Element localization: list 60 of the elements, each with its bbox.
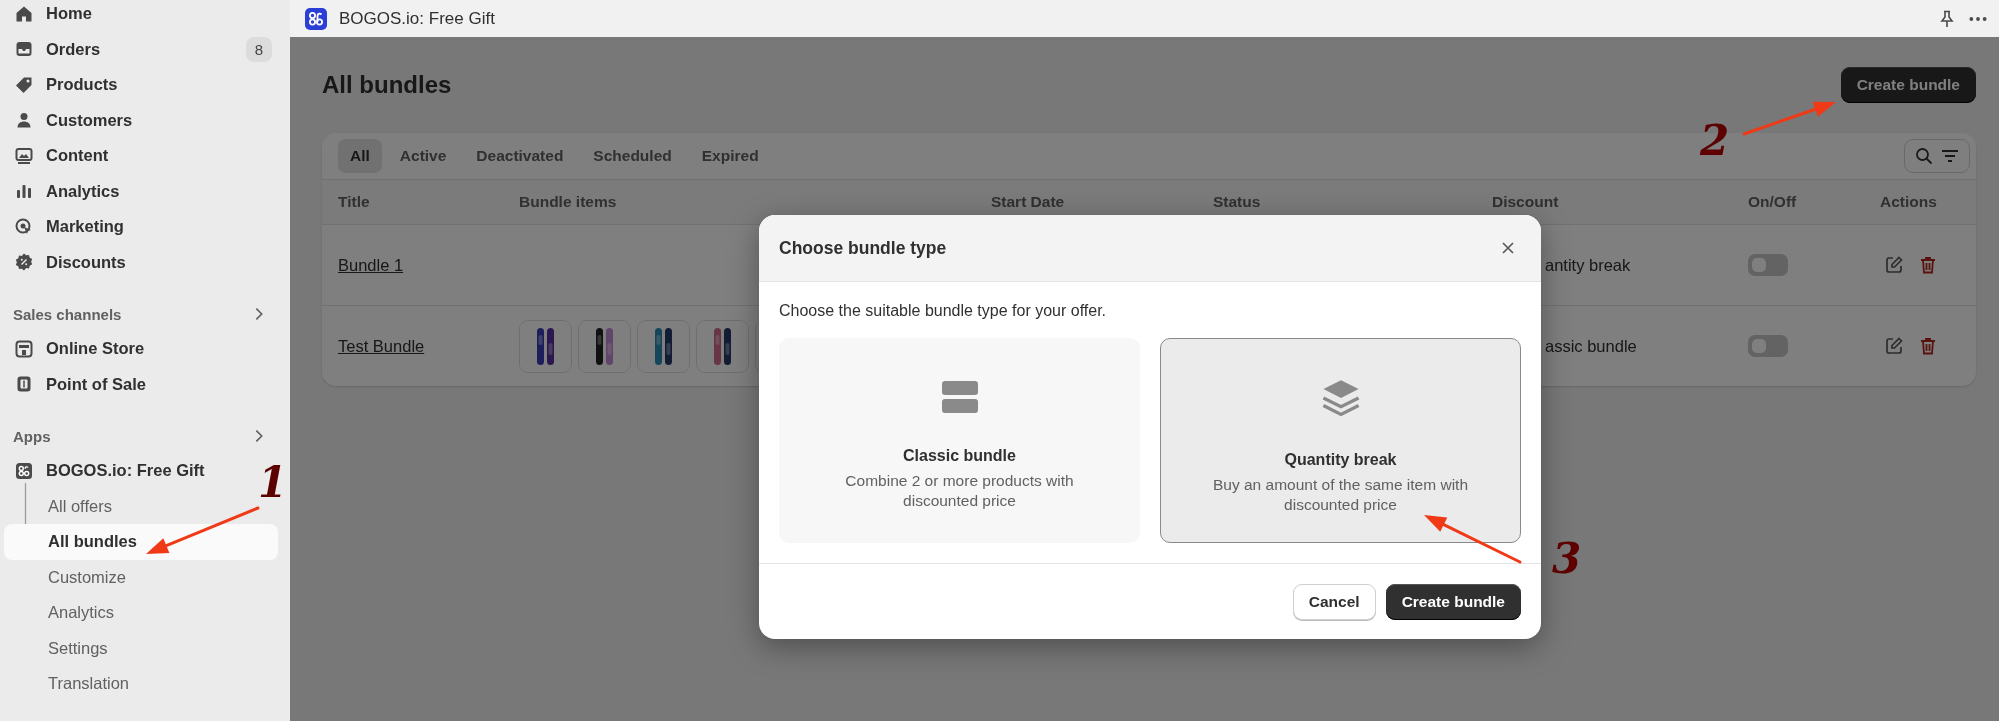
- search-icon: [1914, 146, 1934, 166]
- more-icon[interactable]: [1969, 16, 1987, 21]
- table-cell-text: assic bundle: [1544, 336, 1637, 356]
- bundle-type-card[interactable]: Classic bundle Combine 2 or more products with discounted price: [779, 338, 1140, 543]
- annotation-number: 1: [258, 462, 288, 504]
- cancel-button[interactable]: Cancel: [1292, 583, 1376, 620]
- nav-item[interactable]: Discounts: [4, 244, 278, 280]
- nav-subitem[interactable]: Customize: [4, 559, 278, 595]
- table-cell-text: antity break: [1544, 255, 1631, 275]
- monitor-icon: [14, 145, 34, 166]
- dialog-title: Choose bundle type: [779, 237, 947, 259]
- nav-item[interactable]: Orders 8: [4, 31, 278, 67]
- app-icon: [14, 460, 34, 481]
- column-header: Discount: [1492, 193, 1559, 211]
- bundle-link[interactable]: Bundle 1: [338, 255, 404, 275]
- nav-item[interactable]: Content: [4, 138, 278, 174]
- section-heading: Sales channels: [13, 305, 122, 323]
- create-bundle-button[interactable]: Create bundle: [1840, 67, 1976, 103]
- section-heading: Apps: [13, 427, 51, 445]
- nav-item[interactable]: Home: [4, 0, 278, 32]
- page-title: All bundles: [322, 71, 452, 99]
- search-filter-button[interactable]: [1904, 139, 1970, 173]
- nav-item[interactable]: Marketing: [4, 209, 278, 245]
- option-description: Combine 2 or more products with discounted price: [844, 471, 1075, 512]
- edit-icon: [1884, 336, 1904, 356]
- discount-icon: [14, 252, 34, 273]
- app-title: BOGOS.io: Free Gift: [339, 8, 496, 29]
- count-badge: 8: [245, 36, 272, 62]
- toggle-switch[interactable]: [1748, 335, 1788, 357]
- filter-tab[interactable]: All: [338, 139, 382, 173]
- app-logo: [305, 7, 327, 30]
- nav-subitem[interactable]: All bundles: [4, 524, 278, 560]
- trash-icon: [1918, 336, 1938, 356]
- edit-icon: [1884, 255, 1904, 275]
- create-bundle-button[interactable]: Create bundle: [1385, 583, 1521, 620]
- annotation-number: 3: [1552, 538, 1582, 580]
- nav-subitem[interactable]: Translation: [4, 666, 278, 702]
- trash-icon: [1918, 255, 1938, 275]
- nav-item[interactable]: Analytics: [4, 173, 278, 209]
- nav-subitem[interactable]: Analytics: [4, 595, 278, 631]
- option-title: Quantity break: [1284, 451, 1397, 469]
- column-header: Title: [338, 193, 370, 211]
- nav-item[interactable]: BOGOS.io: Free Gift: [4, 453, 213, 489]
- toggle-switch[interactable]: [1748, 254, 1788, 276]
- dialog-description: Choose the suitable bundle type for your offer.: [779, 302, 1108, 320]
- column-header: Status: [1213, 193, 1261, 211]
- annotation-number: 2: [1700, 120, 1730, 162]
- nav-item[interactable]: Point of Sale: [4, 366, 278, 402]
- nav-item[interactable]: Customers: [4, 102, 278, 138]
- column-header: Bundle items: [519, 193, 617, 211]
- nav-item[interactable]: Products: [4, 67, 278, 103]
- column-header: Actions: [1880, 193, 1937, 211]
- option-title: Classic bundle: [903, 447, 1016, 465]
- bundle-type-card[interactable]: Quantity break Buy an amount of the same item with discounted price: [1160, 338, 1521, 543]
- nav-item[interactable]: Online Store: [4, 331, 278, 367]
- column-header: Start Date: [991, 193, 1065, 211]
- nav-subitem[interactable]: Settings: [4, 630, 278, 666]
- option-description: Buy an amount of the same item with discounted price: [1212, 475, 1469, 516]
- column-header: On/Off: [1748, 193, 1797, 211]
- bundle-link[interactable]: Test Bundle: [338, 336, 425, 356]
